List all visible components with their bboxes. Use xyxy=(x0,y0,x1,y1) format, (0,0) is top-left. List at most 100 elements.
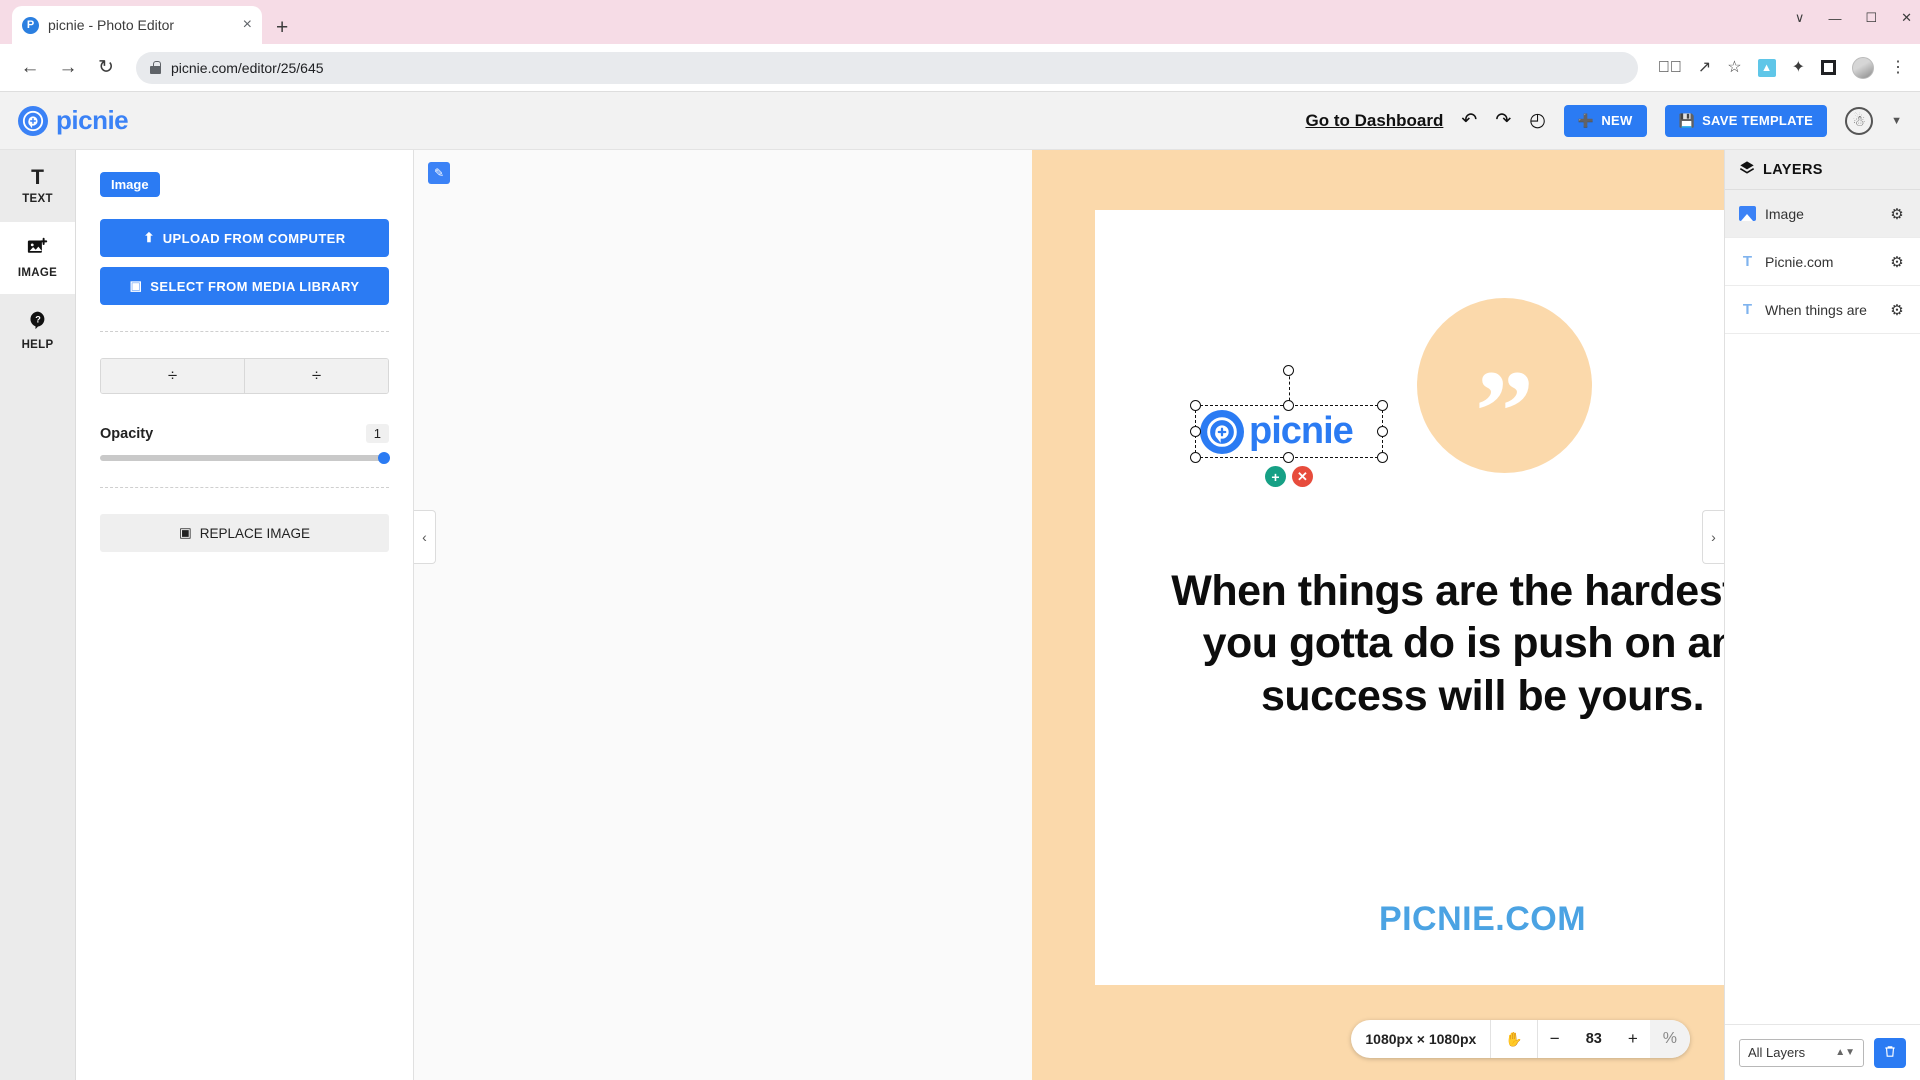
layer-settings-gear-icon[interactable]: ⚙ xyxy=(1880,190,1914,237)
back-icon[interactable]: ← xyxy=(14,52,46,84)
rotate-handle[interactable] xyxy=(1283,365,1294,376)
collapse-right-panel-button[interactable]: › xyxy=(1702,510,1724,564)
resize-handle-s[interactable] xyxy=(1283,452,1294,463)
duplicate-object-button[interactable]: + xyxy=(1265,466,1286,487)
layers-filter-select[interactable]: All Layers ▲▼ xyxy=(1739,1038,1864,1067)
sidebar-item-text[interactable]: T TEXT xyxy=(0,150,75,222)
collapse-left-panel-button[interactable]: ‹ xyxy=(414,510,436,564)
reload-icon[interactable]: ↻ xyxy=(90,52,122,84)
share-icon[interactable]: ↗ xyxy=(1698,59,1711,76)
chevron-updown-icon: ▲▼ xyxy=(1835,1046,1855,1058)
close-window-icon[interactable]: ✕ xyxy=(1901,10,1912,26)
upload-button-label: UPLOAD FROM COMPUTER xyxy=(162,230,346,246)
opacity-slider[interactable] xyxy=(100,452,390,464)
help-tool-icon: ? xyxy=(28,310,48,334)
resize-handle-nw[interactable] xyxy=(1190,400,1201,411)
layer-name: Picnie.com xyxy=(1765,253,1834,270)
profile-avatar[interactable] xyxy=(1852,56,1874,79)
zoom-out-button[interactable]: − xyxy=(1538,1020,1572,1058)
picnie-logo-mark-icon xyxy=(1200,409,1244,454)
replace-image-button[interactable]: ▣ REPLACE IMAGE xyxy=(100,514,389,552)
resize-handle-n[interactable] xyxy=(1283,400,1294,411)
layer-row-image[interactable]: Image ⚙ xyxy=(1725,190,1920,238)
header-actions: Go to Dashboard ↶ ↷ ◴ ➕ NEW 💾 SAVE TEMPL… xyxy=(1305,104,1902,137)
go-to-dashboard-link[interactable]: Go to Dashboard xyxy=(1305,111,1443,131)
resize-handle-w[interactable] xyxy=(1190,425,1201,437)
opacity-slider-thumb[interactable] xyxy=(378,452,390,464)
browser-toolbar: ← → ↻ picnie.com/editor/25/645 👁⃠ ↗ ☆ ▲ … xyxy=(0,44,1920,92)
delete-object-button[interactable]: ✕ xyxy=(1292,466,1313,487)
history-icon[interactable]: ◴ xyxy=(1529,111,1546,130)
kebab-menu-icon[interactable]: ⋮ xyxy=(1890,59,1906,76)
align-horizontal-center-button[interactable]: ÷ xyxy=(244,359,388,393)
layer-row-quote-text[interactable]: T When things are th ⚙ xyxy=(1725,286,1920,334)
media-library-button-label: SELECT FROM MEDIA LIBRARY xyxy=(150,278,360,294)
divider xyxy=(100,331,389,332)
redo-icon[interactable]: ↷ xyxy=(1495,111,1511,130)
upload-from-computer-button[interactable]: ⬆ UPLOAD FROM COMPUTER xyxy=(100,219,389,257)
user-menu-chevron-down-icon[interactable]: ▼ xyxy=(1891,115,1902,127)
opacity-value: 1 xyxy=(365,424,389,443)
artboard-page[interactable]: ” When things are the hardest all you go… xyxy=(1095,210,1724,985)
replace-image-icon: ▣ xyxy=(178,525,192,540)
layer-row-picnie-com[interactable]: T Picnie.com ⚙ xyxy=(1725,238,1920,286)
zoom-level-value[interactable]: 83 xyxy=(1572,1020,1616,1058)
layer-settings-gear-icon[interactable]: ⚙ xyxy=(1880,238,1914,285)
close-tab-icon[interactable]: × xyxy=(243,17,252,33)
zoom-in-button[interactable]: + xyxy=(1616,1020,1650,1058)
minimize-icon[interactable]: — xyxy=(1828,11,1841,26)
app-body: T TEXT IMAGE ? HELP Image ⬆ UPLOAD FROM … xyxy=(0,150,1920,1080)
quote-text-layer[interactable]: When things are the hardest all you gott… xyxy=(1135,565,1724,722)
resize-handle-ne[interactable] xyxy=(1377,400,1388,411)
star-icon[interactable]: ☆ xyxy=(1727,59,1741,76)
print-extension-icon[interactable]: ▲ xyxy=(1757,58,1776,77)
app-logo[interactable]: picnie xyxy=(18,105,129,136)
zoom-percent-label[interactable]: % xyxy=(1649,1020,1690,1058)
svg-text:?: ? xyxy=(35,314,41,324)
browser-tab[interactable]: P picnie - Photo Editor × xyxy=(12,6,262,44)
quote-glyph: ” xyxy=(1475,345,1534,477)
select-from-media-library-button[interactable]: ▣ SELECT FROM MEDIA LIBRARY xyxy=(100,267,389,305)
resize-handle-e[interactable] xyxy=(1377,425,1388,437)
new-tab-button[interactable]: + xyxy=(276,17,288,38)
image-properties-panel: Image ⬆ UPLOAD FROM COMPUTER ▣ SELECT FR… xyxy=(76,150,414,1080)
selected-image-object[interactable]: picnie + ✕ xyxy=(1190,365,1388,487)
layer-name: Image xyxy=(1765,205,1804,222)
panel-type-chip: Image xyxy=(100,172,160,197)
align-button-group: ÷ ÷ xyxy=(100,358,389,394)
sidebar-item-image[interactable]: IMAGE xyxy=(0,222,75,294)
lock-icon xyxy=(150,61,161,74)
undo-icon[interactable]: ↶ xyxy=(1461,111,1477,130)
opacity-header: Opacity 1 xyxy=(100,424,389,443)
align-vertical-center-button[interactable]: ÷ xyxy=(101,359,244,393)
image-layer-icon xyxy=(1739,206,1756,221)
resize-handle-sw[interactable] xyxy=(1190,452,1201,463)
delete-layers-button[interactable] xyxy=(1874,1037,1906,1068)
footer-text-layer[interactable]: PICNIE.COM xyxy=(1095,900,1724,939)
picnie-logo-image: picnie xyxy=(1196,406,1382,457)
chevron-down-icon[interactable]: ∨ xyxy=(1795,10,1805,26)
artboard-background[interactable]: ” When things are the hardest all you go… xyxy=(1032,150,1724,1080)
user-avatar-icon[interactable]: ☃ xyxy=(1845,106,1874,135)
picnie-logo-icon xyxy=(18,105,48,136)
layer-settings-gear-icon[interactable]: ⚙ xyxy=(1880,286,1914,333)
forward-icon[interactable]: → xyxy=(52,52,84,84)
zoom-toolbar: 1080px × 1080px ✋ − 83 + % xyxy=(1351,1020,1690,1058)
puzzle-extension-icon[interactable]: ✦ xyxy=(1792,59,1805,76)
quote-mark-decoration: ” xyxy=(1417,298,1592,473)
maximize-icon[interactable]: ☐ xyxy=(1865,10,1877,26)
canvas-edit-icon[interactable]: ✎ xyxy=(428,162,450,184)
browser-toolbar-icons: 👁⃠ ↗ ☆ ▲ ✦ ⋮ xyxy=(1652,56,1906,79)
save-template-button[interactable]: 💾 SAVE TEMPLATE xyxy=(1664,104,1828,137)
eye-slash-icon[interactable]: 👁⃠ xyxy=(1658,59,1682,76)
sidebar-item-help[interactable]: ? HELP xyxy=(0,294,75,366)
canvas-area[interactable]: ✎ ‹ › ” When things are the hardest all … xyxy=(414,150,1724,1080)
address-bar[interactable]: picnie.com/editor/25/645 xyxy=(136,51,1638,84)
replace-image-label: REPLACE IMAGE xyxy=(199,525,311,541)
pan-hand-icon[interactable]: ✋ xyxy=(1491,1020,1536,1058)
square-extension-icon[interactable] xyxy=(1821,60,1836,75)
sidebar-item-text-label: TEXT xyxy=(22,193,53,205)
resize-handle-se[interactable] xyxy=(1377,452,1388,463)
opacity-label: Opacity xyxy=(100,425,154,442)
new-button[interactable]: ➕ NEW xyxy=(1563,104,1647,137)
